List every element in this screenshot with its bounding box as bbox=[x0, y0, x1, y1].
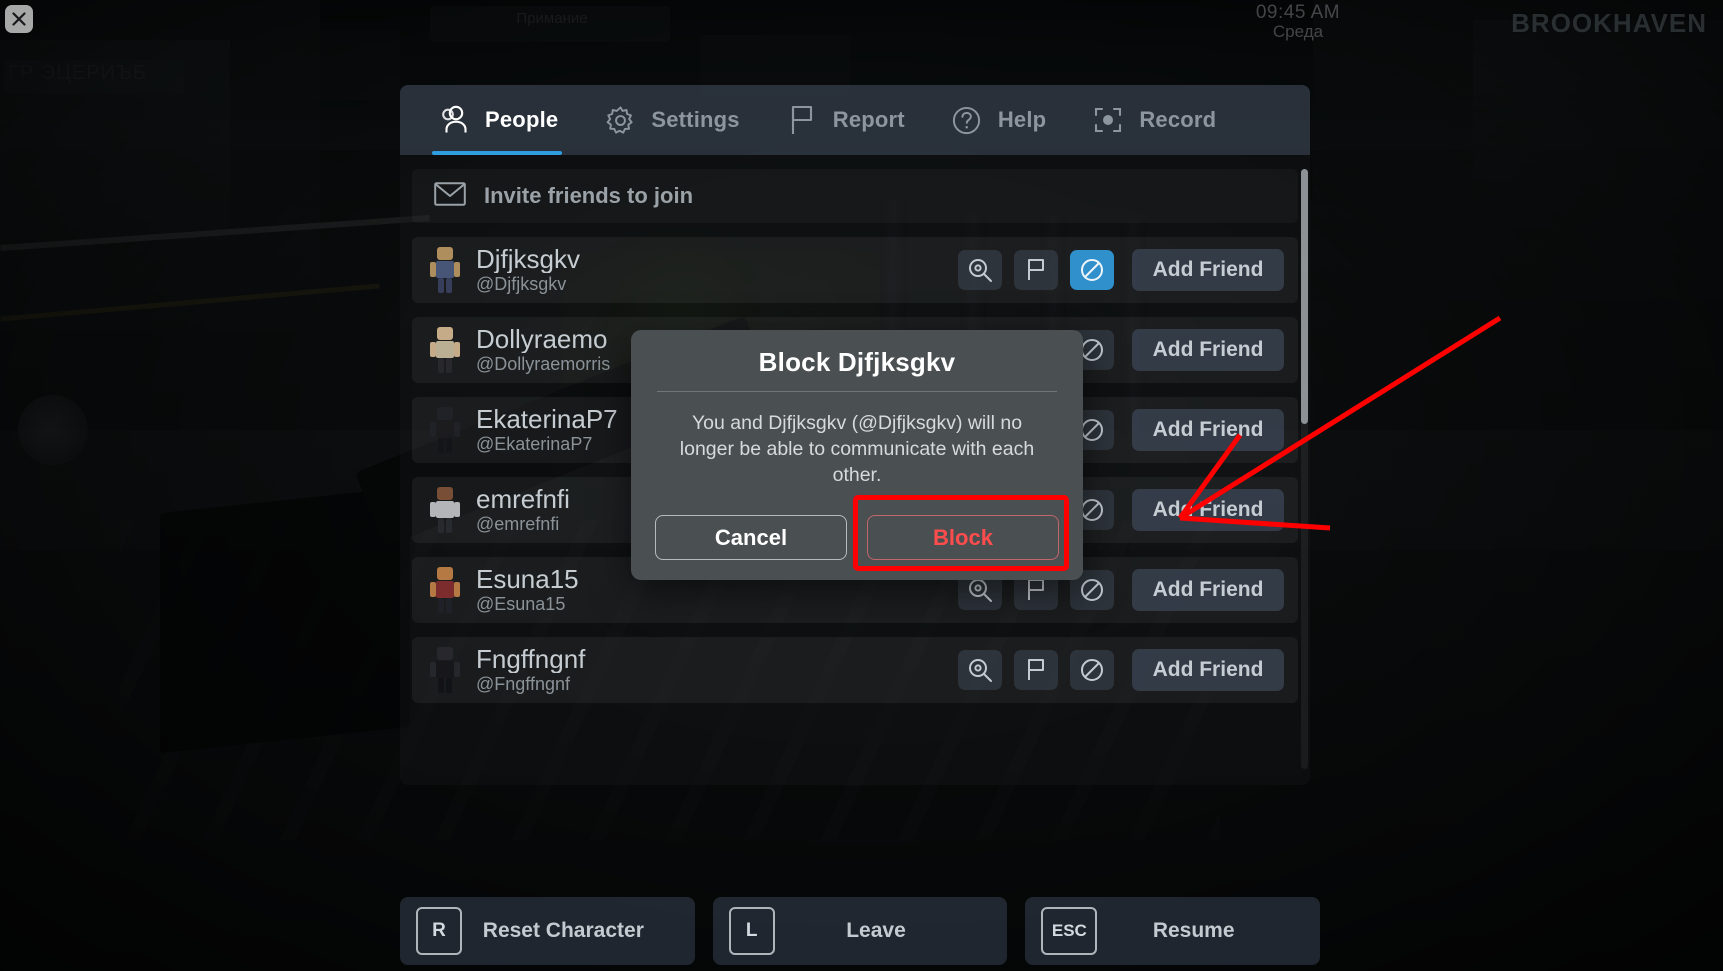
people-icon bbox=[436, 102, 472, 138]
clock-day: Среда bbox=[1272, 22, 1324, 41]
cancel-button[interactable]: Cancel bbox=[655, 515, 847, 560]
avatar bbox=[428, 487, 462, 533]
tab-report[interactable]: Report bbox=[762, 85, 927, 155]
game-clock: 09:45 AM Среда bbox=[1213, 2, 1383, 42]
avatar bbox=[428, 327, 462, 373]
close-icon bbox=[12, 12, 26, 26]
add-friend-button[interactable]: Add Friend bbox=[1132, 409, 1284, 451]
bottom-action-bar: R Reset Character L Leave ESC Resume bbox=[400, 897, 1321, 965]
envelope-icon bbox=[434, 181, 466, 211]
player-handle: @Fngffngnf bbox=[476, 673, 570, 694]
add-friend-button[interactable]: Add Friend bbox=[1132, 569, 1284, 611]
player-display-name: Fngffngnf bbox=[476, 645, 586, 673]
menu-tabbar: People Settings Report Help Record bbox=[400, 85, 1310, 155]
dialog-title: Block Djfjksgkv bbox=[758, 347, 956, 377]
row-actions: Add Friend bbox=[958, 649, 1284, 691]
record-icon bbox=[1090, 102, 1126, 138]
tab-people[interactable]: People bbox=[414, 85, 580, 155]
leave-button[interactable]: L Leave bbox=[712, 897, 1008, 965]
player-names: Djfjksgkv @Djfjksgkv bbox=[476, 246, 958, 295]
close-button[interactable] bbox=[5, 5, 33, 33]
add-friend-button[interactable]: Add Friend bbox=[1132, 329, 1284, 371]
tab-settings[interactable]: Settings bbox=[580, 85, 761, 155]
add-friend-button[interactable]: Add Friend bbox=[1132, 649, 1284, 691]
player-handle: @Djfjksgkv bbox=[476, 273, 567, 294]
avatar bbox=[428, 247, 462, 293]
resume-button[interactable]: ESC Resume bbox=[1025, 897, 1321, 965]
leave-label: Leave bbox=[846, 919, 906, 942]
row-actions: Add Friend bbox=[958, 249, 1284, 291]
add-friend-button[interactable]: Add Friend bbox=[1132, 249, 1284, 291]
gear-icon bbox=[602, 102, 638, 138]
dialog-body-text: You and Djfjksgkv (@Djfjksgkv) will no l… bbox=[679, 412, 1035, 486]
tab-people-label: People bbox=[485, 107, 559, 132]
tab-help[interactable]: Help bbox=[927, 85, 1068, 155]
key-hint-l: L bbox=[728, 907, 775, 955]
inspect-button[interactable] bbox=[958, 650, 1002, 690]
clock-time: 09:45 AM bbox=[1255, 2, 1341, 23]
block-button[interactable] bbox=[1070, 650, 1114, 690]
tab-record[interactable]: Record bbox=[1068, 85, 1238, 155]
block-button[interactable] bbox=[1070, 250, 1114, 290]
question-icon bbox=[949, 102, 985, 138]
player-display-name: Djfjksgkv bbox=[476, 245, 581, 273]
table-row[interactable]: Fngffngnf @Fngffngnf Add Friend bbox=[412, 637, 1298, 703]
report-button[interactable] bbox=[1014, 250, 1058, 290]
invite-friends-label: Invite friends to join bbox=[484, 183, 694, 208]
table-row[interactable]: Djfjksgkv @Djfjksgkv Add Friend bbox=[412, 237, 1298, 303]
flag-icon bbox=[784, 102, 820, 138]
tab-help-label: Help bbox=[997, 107, 1047, 132]
player-handle: @Esuna15 bbox=[476, 593, 566, 614]
screen: ГР ЭЦЕРИЪБ Примание 09:45 AM Среда BROO bbox=[0, 0, 1723, 971]
scrollbar[interactable] bbox=[1301, 169, 1308, 769]
scrollbar-thumb[interactable] bbox=[1301, 169, 1308, 424]
tab-report-label: Report bbox=[832, 107, 905, 132]
key-hint-esc: ESC bbox=[1041, 907, 1098, 955]
avatar bbox=[428, 407, 462, 453]
report-button[interactable] bbox=[1014, 650, 1058, 690]
avatar bbox=[428, 567, 462, 613]
key-hint-r: R bbox=[416, 907, 462, 955]
tab-record-label: Record bbox=[1139, 107, 1217, 132]
player-names: Fngffngnf @Fngffngnf bbox=[476, 646, 958, 695]
invite-friends-row[interactable]: Invite friends to join bbox=[412, 169, 1298, 223]
game-brand-logo: BROOKHAVEN bbox=[1511, 8, 1707, 38]
resume-label: Resume bbox=[1152, 919, 1235, 942]
reset-character-label: Reset Character bbox=[482, 919, 644, 942]
inspect-button[interactable] bbox=[958, 250, 1002, 290]
avatar bbox=[428, 647, 462, 693]
add-friend-button[interactable]: Add Friend bbox=[1132, 489, 1284, 531]
reset-character-button[interactable]: R Reset Character bbox=[400, 897, 695, 965]
annotation-highlight-box bbox=[853, 495, 1069, 571]
tab-settings-label: Settings bbox=[651, 107, 740, 132]
